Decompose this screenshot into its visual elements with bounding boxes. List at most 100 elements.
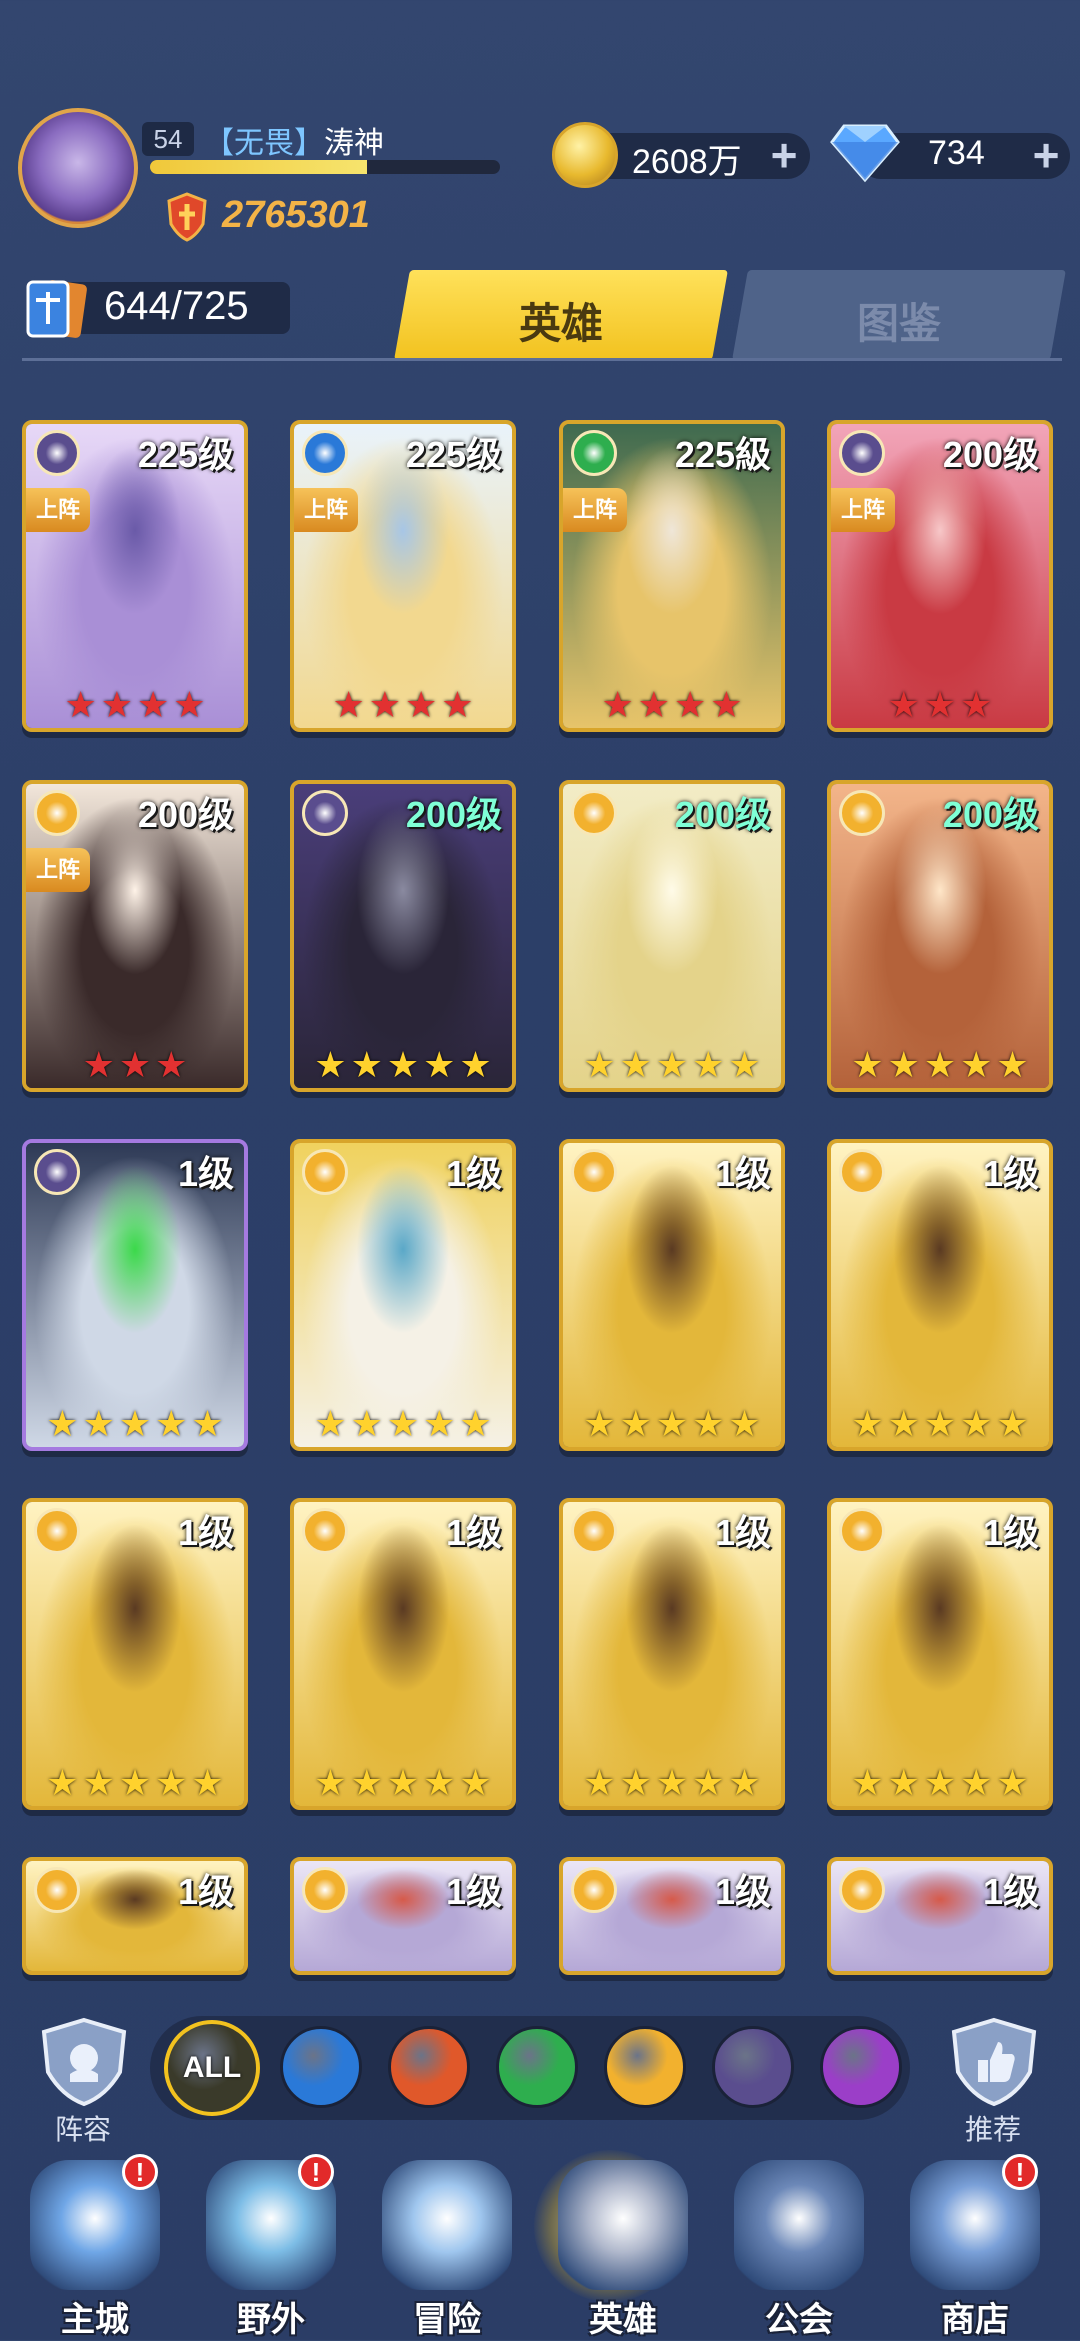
- nav-guild-shield-button[interactable]: 公会: [714, 2160, 884, 2340]
- star-icon: ★: [82, 1044, 115, 1085]
- nav-knight-helmet-button[interactable]: 英雄: [538, 2160, 708, 2340]
- hero-stars: ★ ★ ★ ★ ★: [294, 1405, 512, 1443]
- tab-codex-label[interactable]: 图鉴: [740, 290, 1058, 351]
- filter-fire-button[interactable]: [388, 2026, 470, 2108]
- faction-light-icon: [571, 1149, 617, 1195]
- star-icon: ★: [692, 1762, 725, 1803]
- nav-shop-button[interactable]: 商店!: [890, 2154, 1060, 2340]
- hero-card[interactable]: 225级 上阵 ★ ★ ★ ★: [22, 420, 248, 732]
- star-icon: ★: [459, 1403, 492, 1444]
- faction-dark-icon: [839, 430, 885, 476]
- filter-light-button[interactable]: [604, 2026, 686, 2108]
- faction-water-icon: [302, 430, 348, 476]
- hero-card[interactable]: 225级 上阵 ★ ★ ★ ★: [290, 420, 516, 732]
- filter-nature-button[interactable]: [496, 2026, 578, 2108]
- star-icon: ★: [314, 1044, 347, 1085]
- add-gems-button[interactable]: +: [1026, 132, 1066, 178]
- star-icon: ★: [887, 684, 920, 725]
- star-icon: ★: [728, 1044, 761, 1085]
- hero-stars: ★ ★ ★ ★: [294, 686, 512, 724]
- star-icon: ★: [423, 1044, 456, 1085]
- hero-stars: ★ ★ ★ ★ ★: [294, 1764, 512, 1802]
- star-icon: ★: [655, 1403, 689, 1444]
- hero-card[interactable]: 1级 ★ ★ ★ ★ ★: [290, 1139, 516, 1451]
- nav-sword-gate-button[interactable]: 冒险: [362, 2160, 532, 2340]
- star-icon: ★: [386, 1044, 420, 1085]
- hero-card[interactable]: 1级 ★ ★ ★ ★ ★: [559, 1139, 785, 1451]
- hero-card[interactable]: 200级 上阵 ★ ★ ★: [827, 420, 1053, 732]
- hero-level: 1级: [177, 1153, 234, 1194]
- star-icon: ★: [851, 1403, 884, 1444]
- faction-light-icon: [302, 1508, 348, 1554]
- star-icon: ★: [923, 1044, 957, 1085]
- hero-card[interactable]: 1级: [22, 1857, 248, 1975]
- star-icon: ★: [710, 684, 743, 725]
- hero-card[interactable]: 1级 ★ ★ ★ ★ ★: [290, 1498, 516, 1810]
- star-icon: ★: [619, 1403, 652, 1444]
- gold-amount: 2608万: [632, 143, 742, 181]
- star-icon: ★: [851, 1762, 884, 1803]
- hero-card[interactable]: 200级 ★ ★ ★ ★ ★: [827, 780, 1053, 1092]
- player-name-tag: 【无畏】: [204, 127, 324, 160]
- lineup-button-label[interactable]: 阵容: [28, 2108, 138, 2148]
- hero-card[interactable]: 1级 ★ ★ ★ ★ ★: [827, 1139, 1053, 1451]
- diamond-icon: [830, 124, 900, 183]
- star-icon: ★: [960, 1403, 993, 1444]
- lineup-icon[interactable]: [34, 2016, 134, 2108]
- nav-portal-gate-button[interactable]: 野外!: [186, 2154, 356, 2340]
- hero-card[interactable]: 1级: [827, 1857, 1053, 1975]
- faction-light-icon: [571, 1508, 617, 1554]
- hero-card[interactable]: 1级 ★ ★ ★ ★ ★: [827, 1498, 1053, 1810]
- tab-heroes-label[interactable]: 英雄: [402, 290, 720, 351]
- hero-level: 200级: [137, 794, 234, 835]
- combat-power: 2765301: [222, 194, 370, 236]
- star-icon: ★: [851, 1044, 884, 1085]
- star-icon: ★: [82, 1762, 115, 1803]
- hero-card[interactable]: 1级 ★ ★ ★ ★ ★: [559, 1498, 785, 1810]
- faction-light-icon: [34, 1867, 80, 1913]
- hero-card[interactable]: 200级 ★ ★ ★ ★ ★: [559, 780, 785, 1092]
- star-icon: ★: [459, 1762, 492, 1803]
- filter-all-button[interactable]: ALL: [164, 2020, 260, 2116]
- player-name: 【无畏】涛神: [204, 118, 384, 162]
- faction-light-icon: [571, 1867, 617, 1913]
- alert-badge-icon: !: [122, 2154, 158, 2190]
- hero-count: 644/725: [104, 284, 249, 328]
- nav-label: 英雄: [589, 2301, 657, 2339]
- hero-card[interactable]: 1级 ★ ★ ★ ★ ★: [22, 1498, 248, 1810]
- hero-stars: ★ ★ ★ ★: [26, 686, 244, 724]
- star-icon: ★: [386, 1403, 420, 1444]
- star-icon: ★: [423, 1762, 456, 1803]
- star-icon: ★: [960, 1044, 993, 1085]
- hero-level: 1级: [177, 1871, 234, 1912]
- star-icon: ★: [583, 1044, 616, 1085]
- star-icon: ★: [423, 1403, 456, 1444]
- faction-dark-icon: [34, 1149, 80, 1195]
- faction-light-icon: [839, 1508, 885, 1554]
- star-icon: ★: [601, 684, 634, 725]
- star-icon: ★: [996, 1044, 1029, 1085]
- nav-label: 商店: [941, 2301, 1009, 2339]
- xp-bar: [150, 160, 500, 174]
- hero-card[interactable]: 1级 ★ ★ ★ ★ ★: [22, 1139, 248, 1451]
- hero-card[interactable]: 200级 上阵 ★ ★ ★: [22, 780, 248, 1092]
- hero-card[interactable]: 1级: [559, 1857, 785, 1975]
- filter-chaos-button[interactable]: [820, 2026, 902, 2108]
- hero-card[interactable]: 1级: [290, 1857, 516, 1975]
- nav-castle-button[interactable]: 主城!: [10, 2154, 180, 2340]
- alert-badge-icon: !: [298, 2154, 334, 2190]
- player-avatar[interactable]: [18, 108, 138, 228]
- add-gold-button[interactable]: +: [764, 132, 804, 178]
- hero-card[interactable]: 200级 ★ ★ ★ ★ ★: [290, 780, 516, 1092]
- recommend-icon[interactable]: [944, 2016, 1044, 2108]
- star-icon: ★: [100, 684, 133, 725]
- star-icon: ★: [350, 1762, 383, 1803]
- star-icon: ★: [118, 1762, 152, 1803]
- hero-stars: ★ ★ ★: [26, 1046, 244, 1084]
- hero-card[interactable]: 225級 上阵 ★ ★ ★ ★: [559, 420, 785, 732]
- filter-dark-button[interactable]: [712, 2026, 794, 2108]
- recommend-button-label[interactable]: 推荐: [938, 2108, 1048, 2148]
- xp-bar-fill: [150, 160, 367, 174]
- filter-water-button[interactable]: [280, 2026, 362, 2108]
- star-icon: ★: [583, 1403, 616, 1444]
